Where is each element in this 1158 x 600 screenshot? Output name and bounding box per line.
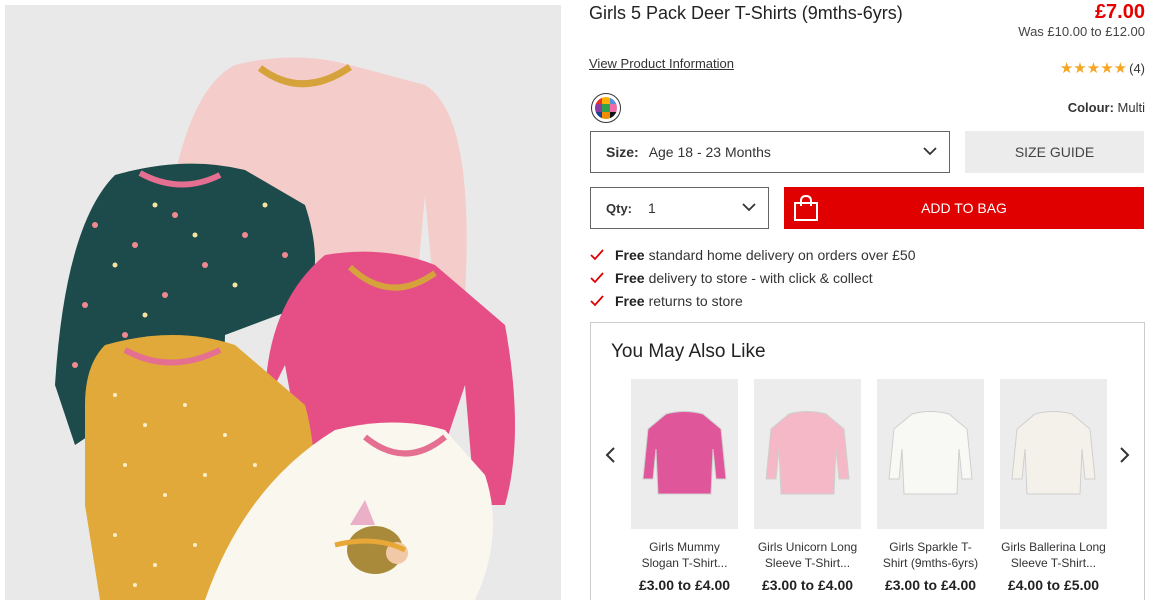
chevron-down-icon [742, 203, 756, 212]
colour-label-key: Colour: [1067, 100, 1114, 115]
star-rating-icon: ★★★★★ [1059, 60, 1128, 77]
recommendation-image [1000, 379, 1107, 529]
add-to-bag-label: ADD TO BAG [921, 200, 1007, 216]
tshirt-thumbnail-icon [642, 411, 727, 495]
chevron-right-icon[interactable] [1116, 445, 1132, 465]
recommendation-name: Girls Ballerina Long Sleeve T-Shirt... [1001, 540, 1106, 570]
swatch-segment [595, 97, 603, 105]
view-product-information-link[interactable]: View Product Information [589, 56, 734, 71]
review-count: (4) [1129, 60, 1145, 76]
delivery-item: Free delivery to store - with click & col… [590, 266, 916, 289]
recommendation-name: Girls Mummy Slogan T-Shirt... [641, 540, 728, 570]
size-value: Age 18 - 23 Months [648, 144, 771, 160]
rating[interactable]: ★★★★★ (4) [1060, 59, 1145, 77]
chevron-down-icon [923, 147, 937, 156]
tshirt-thumbnail-icon [765, 411, 850, 495]
delivery-bold: Free [615, 269, 645, 286]
recommendation-image [631, 379, 738, 529]
check-icon [590, 271, 604, 283]
swatch-segment [595, 104, 603, 112]
size-guide-button[interactable]: SIZE GUIDE [965, 131, 1144, 173]
check-icon [590, 248, 604, 260]
qty-value: 1 [648, 200, 656, 216]
recommendation-image [754, 379, 861, 529]
size-label: Size: [606, 144, 639, 160]
recommendation-name: Girls Unicorn Long Sleeve T-Shirt... [757, 540, 858, 570]
recommendation-price: £3.00 to £4.00 [638, 577, 731, 593]
swatch-segment [602, 104, 610, 112]
tshirts-illustration [55, 57, 515, 600]
swatch-segment [602, 97, 610, 105]
quantity-select[interactable]: Qty: 1 [590, 187, 769, 229]
shopping-bag-icon [794, 194, 818, 221]
product-image[interactable] [5, 5, 561, 600]
recommendation-card[interactable]: Girls Sparkle T-Shirt (9mths-6yrs) £3.00… [877, 379, 984, 593]
tshirt-thumbnail-icon [1011, 411, 1096, 495]
recommendation-price: £3.00 to £4.00 [761, 577, 854, 593]
product-title: Girls 5 Pack Deer T-Shirts (9mths-6yrs) [589, 3, 903, 23]
delivery-item: Free standard home delivery on orders ove… [590, 243, 916, 266]
swatch-segment [609, 97, 617, 105]
recommendations-heading: You May Also Like [611, 341, 766, 362]
size-select[interactable]: Size: Age 18 - 23 Months [590, 131, 950, 173]
colour-value: Multi [1117, 100, 1145, 115]
tshirt-thumbnail-icon [888, 411, 973, 495]
chevron-left-icon[interactable] [603, 445, 619, 465]
swatch-segment [602, 111, 610, 119]
recommendation-price: £4.00 to £5.00 [1007, 577, 1100, 593]
swatch-segment [609, 104, 617, 112]
product-price: £7.00 [1094, 1, 1145, 23]
recommendation-card[interactable]: Girls Unicorn Long Sleeve T-Shirt... £3.… [754, 379, 861, 593]
recommendation-image [877, 379, 984, 529]
recommendation-name: Girls Sparkle T-Shirt (9mths-6yrs) [882, 540, 979, 570]
colour-swatch-multi[interactable] [591, 93, 621, 123]
you-may-also-like-section: You May Also Like Girls Mummy Slogan T-S… [590, 322, 1145, 600]
delivery-bold: Free [615, 292, 645, 309]
check-icon [590, 294, 604, 306]
swatch-segment [609, 111, 617, 119]
recommendation-price: £3.00 to £4.00 [884, 577, 977, 593]
add-to-bag-button[interactable]: ADD TO BAG [784, 187, 1144, 229]
multi-colour-icon [595, 97, 617, 119]
recommendation-card[interactable]: Girls Mummy Slogan T-Shirt... £3.00 to £… [631, 379, 738, 593]
was-price: Was £10.00 to £12.00 [1018, 24, 1145, 39]
delivery-bold: Free [615, 246, 645, 263]
swatch-segment [595, 111, 603, 119]
colour-label: Colour: Multi [1068, 100, 1145, 115]
qty-label: Qty: [606, 200, 632, 216]
delivery-item: Free returns to store [590, 289, 916, 312]
delivery-text: returns to store [648, 292, 743, 309]
delivery-text: delivery to store - with click & collect [648, 269, 873, 286]
recommendation-card[interactable]: Girls Ballerina Long Sleeve T-Shirt... £… [1000, 379, 1107, 593]
delivery-info-list: Free standard home delivery on orders ove… [590, 243, 916, 312]
delivery-text: standard home delivery on orders over £5… [648, 246, 916, 263]
